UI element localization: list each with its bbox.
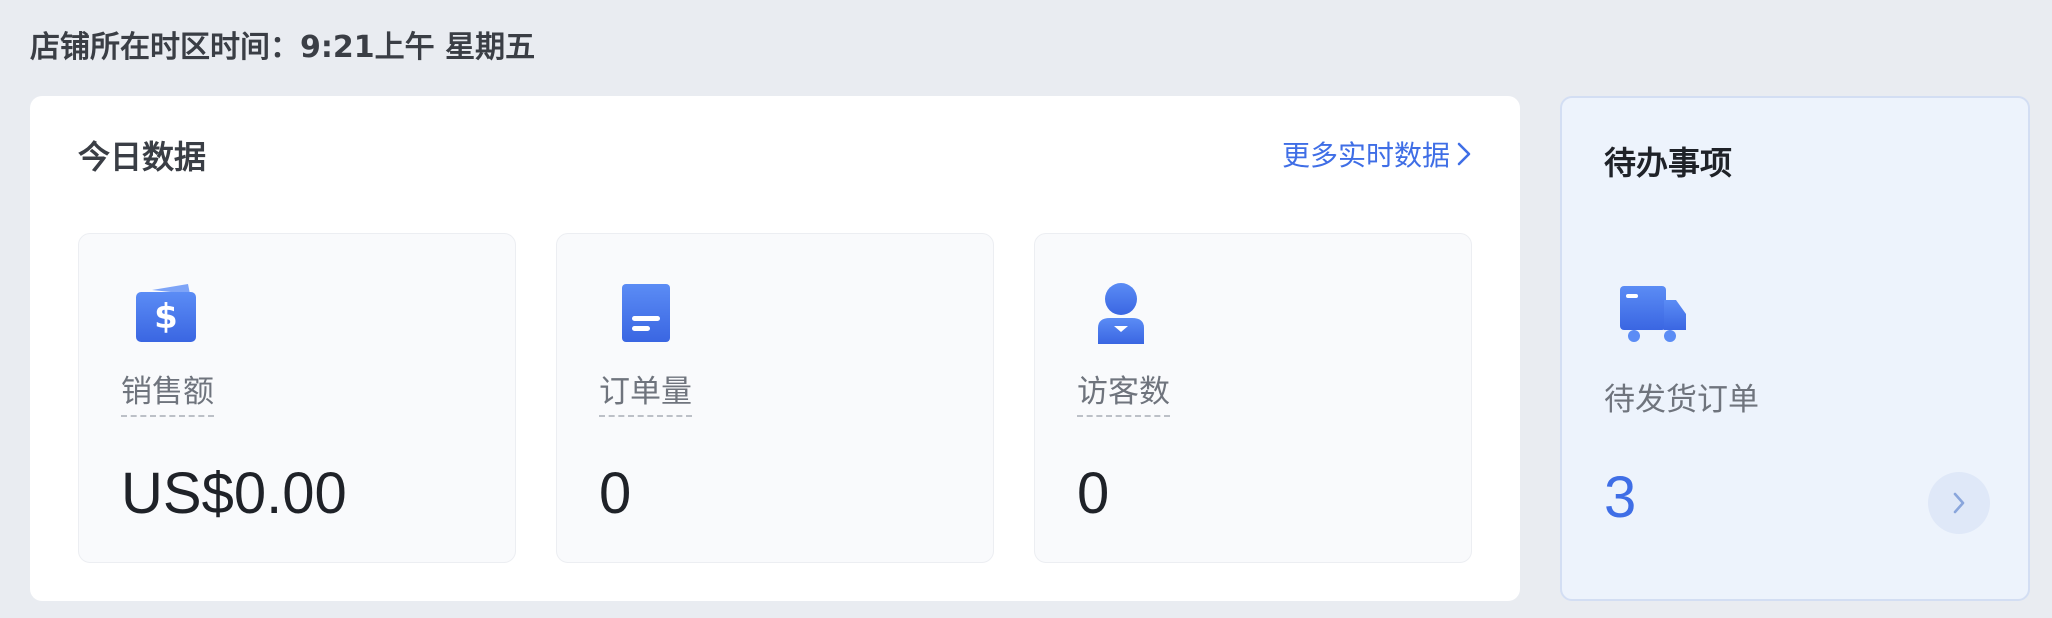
pending-shipment-label: 待发货订单 bbox=[1604, 382, 1759, 418]
chevron-right-icon bbox=[1953, 492, 1965, 514]
stat-label-orders: 订单量 bbox=[599, 366, 692, 417]
store-timezone-time: 店铺所在时区时间：9:21上午 星期五 bbox=[30, 22, 535, 66]
chevron-right-icon bbox=[1457, 142, 1471, 166]
wallet-icon: $ bbox=[136, 284, 196, 342]
stat-label-sales: 销售额 bbox=[121, 366, 214, 417]
pending-shipment-arrow-button[interactable] bbox=[1928, 472, 1990, 534]
stat-value-sales: US$0.00 bbox=[121, 461, 347, 526]
todo-card: 待办事项 待发货订单 3 bbox=[1560, 96, 2030, 601]
more-realtime-data-link[interactable]: 更多实时数据 bbox=[1282, 134, 1472, 174]
timezone-label: 店铺所在时区时间： bbox=[30, 30, 300, 65]
stat-card-visitors: 访客数 0 bbox=[1034, 233, 1472, 563]
today-data-card: 今日数据 更多实时数据 $ 销售额 US$0.00 订单量 0 访客数 0 bbox=[30, 96, 1520, 601]
stat-value-visitors: 0 bbox=[1077, 461, 1110, 526]
truck-icon bbox=[1620, 286, 1686, 342]
today-data-title: 今日数据 bbox=[78, 138, 207, 176]
svg-text:$: $ bbox=[154, 297, 178, 337]
pending-shipment-count: 3 bbox=[1604, 465, 1637, 530]
stat-card-sales: $ 销售额 US$0.00 bbox=[78, 233, 516, 563]
more-realtime-data-label: 更多实时数据 bbox=[1281, 139, 1450, 172]
stat-value-orders: 0 bbox=[599, 461, 632, 526]
user-icon bbox=[1098, 283, 1144, 344]
todo-title: 待办事项 bbox=[1604, 144, 1733, 182]
stat-label-visitors: 访客数 bbox=[1077, 366, 1170, 417]
timezone-weekday: 星期五 bbox=[445, 30, 536, 65]
document-icon bbox=[622, 284, 670, 342]
timezone-time: 9:21上午 bbox=[300, 30, 435, 65]
stat-card-orders: 订单量 0 bbox=[556, 233, 994, 563]
